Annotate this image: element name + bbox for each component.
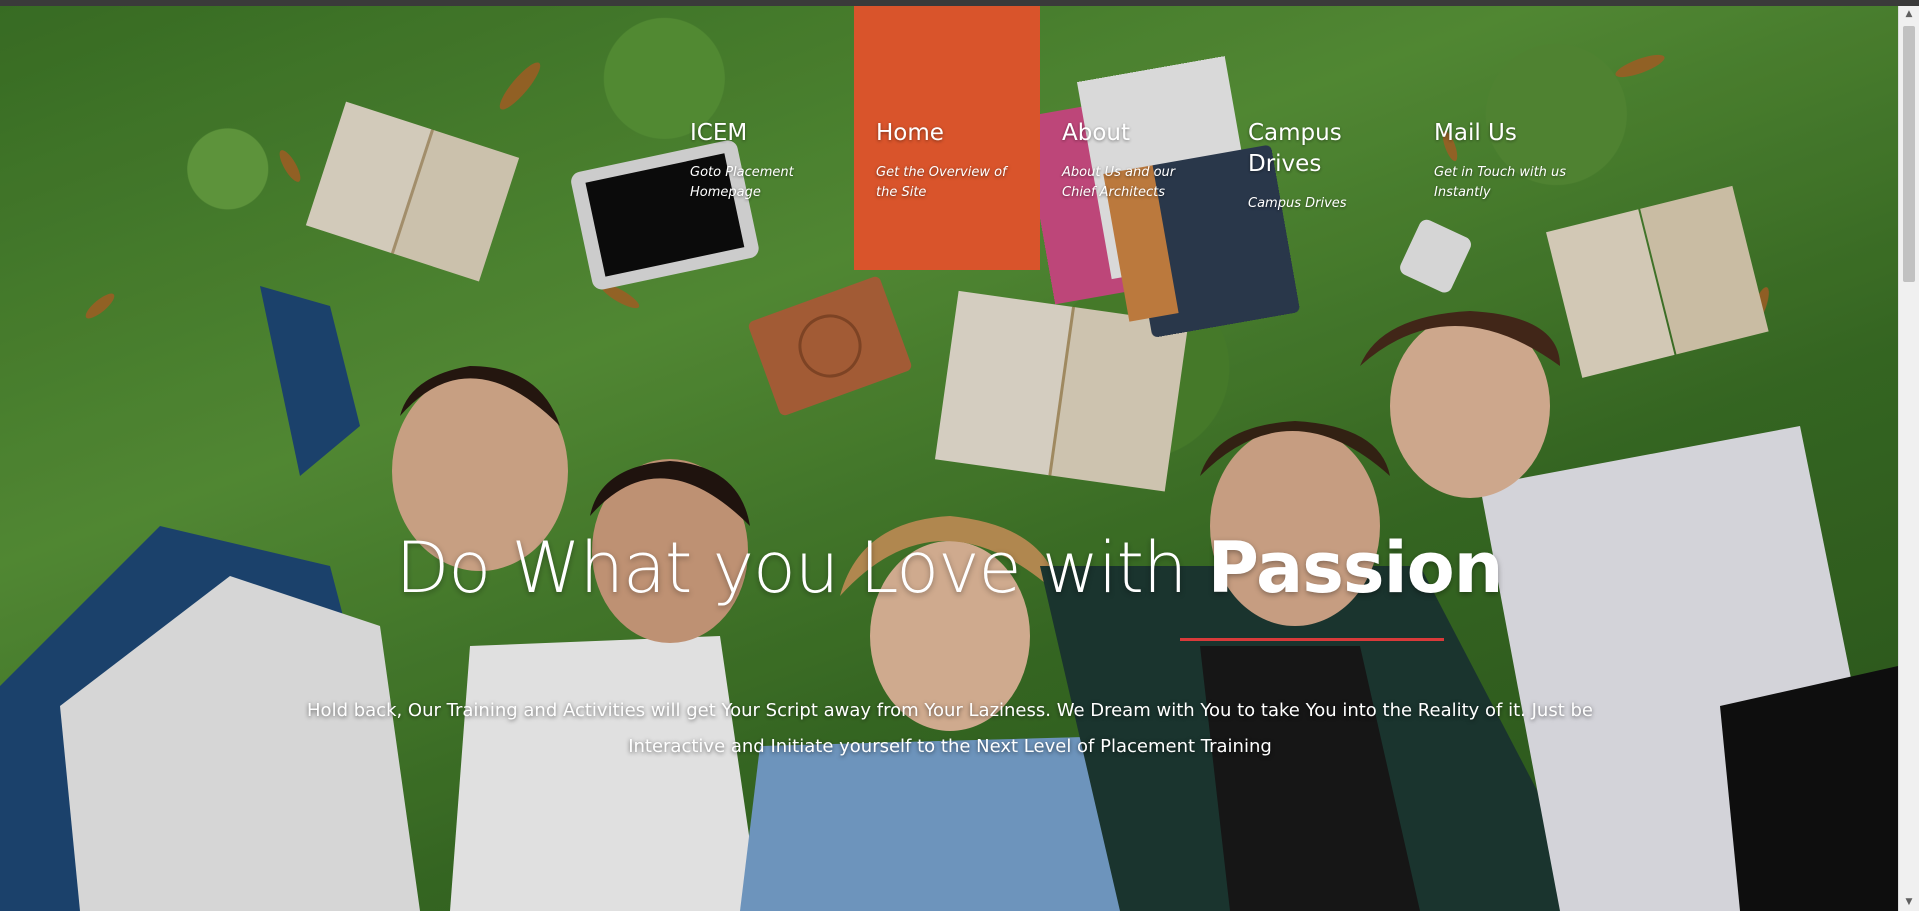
nav-item-mail-us[interactable]: Mail Us Get in Touch with us Instantly <box>1412 6 1598 270</box>
nav-item-desc: Campus Drives <box>1248 196 1347 211</box>
browser-top-strip <box>0 0 1919 6</box>
hero-headline-bold: Passion <box>1207 527 1504 609</box>
nav-item-campus-drives[interactable]: Campus Drives Campus Drives <box>1226 6 1412 270</box>
hero-headline-light: Do What you Love with <box>395 527 1208 609</box>
page-scrollbar[interactable]: ▲ ▼ <box>1898 6 1919 911</box>
nav-item-title: About <box>1062 120 1131 146</box>
page: ICEM Goto Placement Homepage Home Get th… <box>0 0 1919 911</box>
scrollbar-thumb[interactable] <box>1903 26 1915 282</box>
scroll-down-arrow-icon[interactable]: ▼ <box>1899 894 1919 911</box>
main-nav: ICEM Goto Placement Homepage Home Get th… <box>668 6 1598 270</box>
nav-item-home[interactable]: Home Get the Overview of the Site <box>854 6 1040 270</box>
nav-item-desc: Goto Placement Homepage <box>690 165 794 200</box>
nav-item-desc: About Us and our Chief Architects <box>1062 165 1176 200</box>
headline-underline <box>1180 638 1444 641</box>
nav-item-desc: Get in Touch with us Instantly <box>1434 165 1567 200</box>
nav-item-title: ICEM <box>690 120 748 146</box>
scroll-up-arrow-icon[interactable]: ▲ <box>1899 6 1919 23</box>
nav-item-icem[interactable]: ICEM Goto Placement Homepage <box>668 6 854 270</box>
nav-item-about[interactable]: About About Us and our Chief Architects <box>1040 6 1226 270</box>
nav-item-title: Campus Drives <box>1248 120 1342 177</box>
hero-headline: Do What you Love with Passion <box>0 526 1898 610</box>
nav-item-title: Home <box>876 120 944 146</box>
nav-item-desc: Get the Overview of the Site <box>876 165 1007 200</box>
nav-item-title: Mail Us <box>1434 120 1517 146</box>
hero-tagline: Hold back, Our Training and Activities w… <box>307 700 1593 757</box>
